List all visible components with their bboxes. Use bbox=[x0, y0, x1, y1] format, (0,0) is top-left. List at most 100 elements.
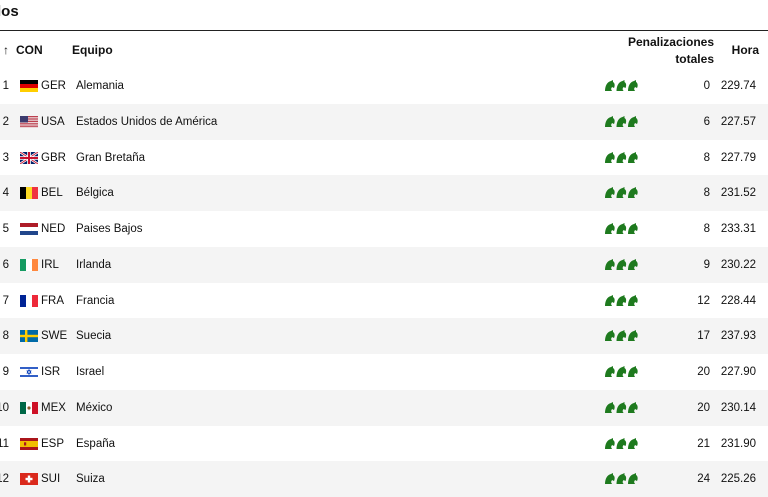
horse-head-icon bbox=[616, 151, 627, 163]
penalties-cell: 24 bbox=[697, 473, 710, 486]
table-row[interactable]: 7 FRA Francia 12 228.44 bbox=[0, 283, 768, 319]
team-name-cell[interactable]: España bbox=[76, 437, 115, 451]
flag-usa-icon bbox=[20, 115, 38, 127]
horse-icons-group bbox=[605, 80, 638, 91]
team-name-cell[interactable]: Alemania bbox=[76, 79, 124, 93]
results-table-body: 1 GER Alemania 0 229.74 2 USA Estados Unidos de… bbox=[0, 68, 768, 497]
flag-swe-icon bbox=[20, 330, 38, 343]
team-name-cell[interactable]: Gran Bretaña bbox=[76, 151, 145, 165]
horse-head-icon bbox=[616, 437, 627, 449]
horse-head-icon bbox=[616, 330, 627, 342]
table-row[interactable]: 8 SWE Suecia 17 237.93 bbox=[0, 318, 768, 354]
team-name-cell[interactable]: Bélgica bbox=[76, 186, 114, 200]
horse-icons-group bbox=[605, 187, 638, 199]
table-row[interactable]: 5 NED Paises Bajos 8 233.31 bbox=[0, 211, 768, 247]
rank-cell: 8 bbox=[2, 330, 9, 343]
horse-icons-group bbox=[605, 151, 638, 163]
penalties-cell: 21 bbox=[697, 437, 710, 450]
sort-arrow-icon[interactable]: ↑ bbox=[3, 43, 9, 57]
flag-irl-icon bbox=[20, 258, 38, 271]
penalties-cell: 17 bbox=[697, 330, 710, 343]
penalties-cell: 8 bbox=[703, 223, 710, 235]
horse-head-icon bbox=[605, 366, 615, 377]
penalties-header-line2: totales bbox=[675, 52, 714, 66]
noc-code-cell: BEL bbox=[41, 187, 63, 200]
horse-head-icon bbox=[605, 187, 615, 199]
horse-icons-group bbox=[605, 366, 638, 377]
column-header-team[interactable]: Equipo bbox=[72, 43, 113, 57]
noc-code-cell: SWE bbox=[41, 330, 68, 343]
horse-head-icon bbox=[605, 223, 615, 234]
rank-cell: 5 bbox=[2, 223, 9, 235]
noc-code-cell: ISR bbox=[41, 366, 61, 378]
rank-cell: 11 bbox=[0, 437, 9, 450]
team-name-cell[interactable]: Irlanda bbox=[76, 258, 111, 272]
table-row[interactable]: 12 SUI Suiza 24 225.26 bbox=[0, 461, 768, 497]
team-name-cell[interactable]: Paises Bajos bbox=[76, 222, 142, 236]
horse-icons-group bbox=[605, 473, 638, 485]
rank-cell: 6 bbox=[2, 258, 9, 271]
table-row[interactable]: 11 ESP España 21 231.90 bbox=[0, 426, 768, 462]
flag-mex-icon bbox=[20, 401, 38, 414]
noc-code-cell: USA bbox=[41, 115, 65, 128]
column-header-time[interactable]: Hora bbox=[732, 43, 759, 57]
horse-head-icon bbox=[616, 294, 627, 306]
horse-head-icon bbox=[605, 258, 615, 270]
time-cell: 231.90 bbox=[720, 437, 756, 450]
horse-icons-group bbox=[605, 294, 638, 306]
noc-code-cell: SUI bbox=[41, 473, 61, 486]
flag-sui-icon bbox=[20, 473, 38, 486]
table-row[interactable]: 2 USA Estados Unidos de América 6 227.57 bbox=[0, 103, 768, 140]
horse-head-icon bbox=[628, 151, 638, 163]
horse-head-icon bbox=[616, 366, 627, 377]
penalties-cell: 8 bbox=[703, 187, 710, 200]
table-row[interactable]: 10 MEX México 20 230.14 bbox=[0, 389, 768, 426]
team-name-cell[interactable]: Francia bbox=[76, 294, 114, 308]
horse-head-icon bbox=[616, 473, 627, 485]
noc-code-cell: GER bbox=[41, 80, 66, 92]
noc-code-cell: ESP bbox=[41, 437, 65, 450]
flag-isr-icon bbox=[20, 366, 38, 378]
column-header-penalties[interactable]: Penalizaciones totales bbox=[628, 34, 714, 68]
horse-head-icon bbox=[628, 223, 638, 234]
noc-code-cell: GBR bbox=[41, 151, 66, 164]
horse-head-icon bbox=[628, 115, 638, 127]
horse-head-icon bbox=[605, 115, 615, 127]
time-cell: 230.22 bbox=[720, 258, 756, 271]
horse-head-icon bbox=[628, 80, 638, 91]
noc-code-cell: FRA bbox=[41, 294, 64, 307]
rank-cell: 12 bbox=[0, 473, 9, 486]
time-cell: 231.52 bbox=[720, 187, 756, 200]
flag-ned-icon bbox=[20, 223, 38, 235]
time-cell: 227.90 bbox=[720, 366, 756, 378]
flag-bel-icon bbox=[20, 187, 38, 200]
noc-code-cell: NED bbox=[41, 223, 66, 235]
horse-head-icon bbox=[628, 330, 638, 342]
column-header-con[interactable]: CON bbox=[16, 43, 43, 57]
horse-head-icon bbox=[605, 437, 615, 449]
horse-head-icon bbox=[628, 258, 638, 270]
table-row[interactable]: 3 GBR Gran Bretaña 8 227.79 bbox=[0, 140, 768, 176]
horse-head-icon bbox=[628, 294, 638, 306]
table-row[interactable]: 4 BEL Bélgica 8 231.52 bbox=[0, 175, 768, 211]
rank-cell: 1 bbox=[2, 80, 9, 92]
team-name-cell[interactable]: Suecia bbox=[76, 329, 111, 343]
horse-icons-group bbox=[605, 437, 638, 449]
rank-cell: 3 bbox=[2, 151, 9, 164]
horse-icons-group bbox=[605, 223, 638, 234]
table-row[interactable]: 6 IRL Irlanda 9 230.22 bbox=[0, 246, 768, 283]
team-name-cell[interactable]: Israel bbox=[76, 365, 104, 379]
page-title: los bbox=[0, 3, 19, 20]
table-row[interactable]: 9 ISR Israel 20 227.90 bbox=[0, 354, 768, 390]
team-name-cell[interactable]: Suiza bbox=[76, 472, 105, 486]
table-row[interactable]: 1 GER Alemania 0 229.74 bbox=[0, 68, 768, 104]
team-name-cell[interactable]: Estados Unidos de América bbox=[76, 115, 217, 129]
team-name-cell[interactable]: México bbox=[76, 401, 112, 415]
time-cell: 230.14 bbox=[720, 401, 756, 414]
horse-head-icon bbox=[605, 294, 615, 306]
horse-head-icon bbox=[605, 151, 615, 163]
penalties-cell: 8 bbox=[703, 151, 710, 164]
penalties-cell: 12 bbox=[697, 294, 710, 307]
rank-cell: 7 bbox=[2, 294, 9, 307]
horse-icons-group bbox=[605, 401, 638, 413]
